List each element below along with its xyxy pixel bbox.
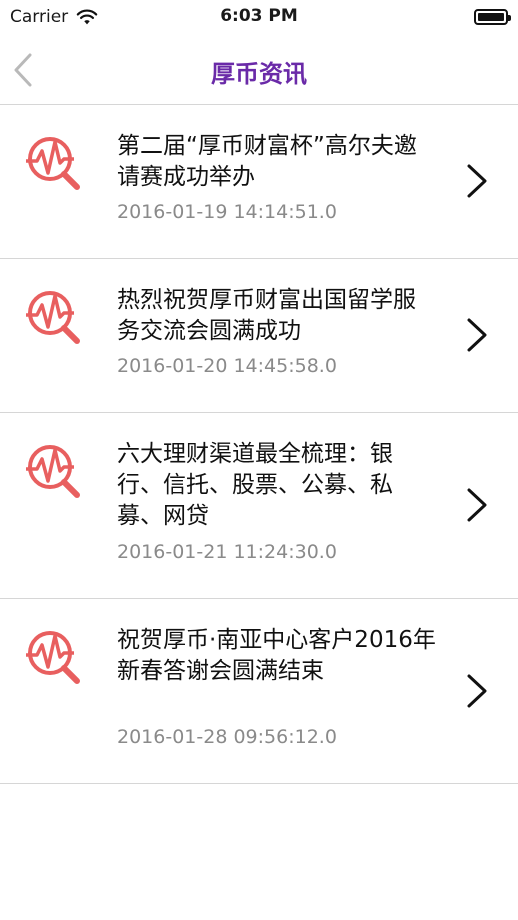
- analytics-search-icon: [26, 137, 80, 190]
- news-title: 祝贺厚币·南亚中心客户2016年新春答谢会圆满结束: [117, 627, 436, 684]
- news-item[interactable]: 祝贺厚币·南亚中心客户2016年新春答谢会圆满结束 2016-01-28 09:…: [0, 599, 518, 784]
- news-date: 2016-01-21 11:24:30.0: [117, 541, 337, 563]
- news-item[interactable]: 热烈祝贺厚币财富出国留学服务交流会圆满成功 2016-01-20 14:45:5…: [0, 259, 518, 413]
- page-title: 厚币资讯: [211, 60, 307, 88]
- news-date: 2016-01-20 14:45:58.0: [117, 355, 337, 377]
- news-title: 热烈祝贺厚币财富出国留学服务交流会圆满成功: [117, 287, 416, 344]
- news-item[interactable]: 第二届“厚币财富杯”高尔夫邀请赛成功举办 2016-01-19 14:14:51…: [0, 105, 518, 259]
- analytics-search-icon: [26, 631, 80, 684]
- news-date: 2016-01-19 14:14:51.0: [117, 201, 337, 223]
- status-bar: Carrier 6:03 PM: [0, 0, 518, 36]
- chevron-right-icon: [467, 488, 487, 522]
- news-title: 第二届“厚币财富杯”高尔夫邀请赛成功举办: [117, 133, 417, 190]
- news-date: 2016-01-28 09:56:12.0: [117, 726, 337, 748]
- analytics-search-icon: [26, 291, 80, 344]
- news-title: 六大理财渠道最全梳理：银行、信托、股票、公募、私募、网贷: [117, 441, 393, 529]
- chevron-right-icon: [467, 318, 487, 352]
- clock: 6:03 PM: [220, 6, 298, 26]
- news-list: 第二届“厚币财富杯”高尔夫邀请赛成功举办 2016-01-19 14:14:51…: [0, 105, 518, 784]
- news-item[interactable]: 六大理财渠道最全梳理：银行、信托、股票、公募、私募、网贷 2016-01-21 …: [0, 413, 518, 599]
- chevron-right-icon: [467, 674, 487, 708]
- battery-icon: [474, 9, 511, 25]
- analytics-search-icon: [26, 445, 80, 498]
- chevron-right-icon: [467, 164, 487, 198]
- navigation-bar: 厚币资讯: [0, 36, 518, 105]
